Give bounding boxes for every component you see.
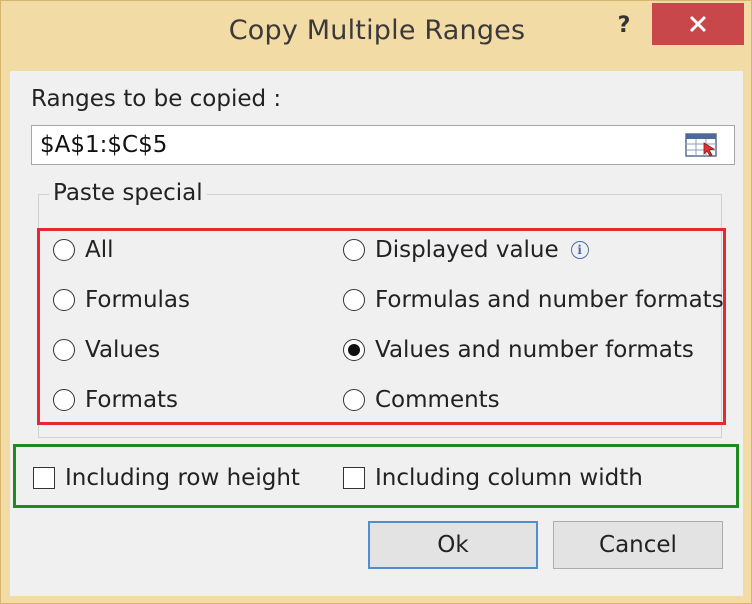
option-values-label: Values [85, 337, 161, 363]
radio-formulas-number-formats[interactable] [343, 289, 365, 311]
radio-values-number-formats[interactable] [343, 339, 365, 361]
option-formats-label: Formats [85, 387, 179, 413]
option-formulas-number-formats-label: Formulas and number formats [375, 287, 724, 313]
ranges-label: Ranges to be copied : [31, 86, 282, 112]
radio-all[interactable] [53, 239, 75, 261]
including-row-height-label: Including row height [65, 465, 300, 491]
option-comments[interactable]: Comments [343, 383, 500, 417]
checkbox-column-width[interactable] [343, 467, 365, 489]
cancel-button[interactable]: Cancel [553, 521, 723, 569]
radio-displayed-value[interactable] [343, 239, 365, 261]
paste-special-label: Paste special [49, 180, 207, 206]
close-icon [689, 15, 707, 33]
radio-values[interactable] [53, 339, 75, 361]
option-displayed-value-label: Displayed value [375, 237, 559, 263]
option-all[interactable]: All [53, 233, 114, 267]
option-values[interactable]: Values [53, 333, 160, 367]
option-displayed-value[interactable]: Displayed value i [343, 233, 589, 267]
option-formats[interactable]: Formats [53, 383, 178, 417]
option-formulas-label: Formulas [85, 287, 190, 313]
option-all-label: All [85, 237, 114, 263]
option-formulas[interactable]: Formulas [53, 283, 190, 317]
option-comments-label: Comments [375, 387, 500, 413]
including-column-width[interactable]: Including column width [343, 461, 643, 495]
dialog-window: Copy Multiple Ranges ? Ranges to be copi… [0, 0, 752, 604]
radio-formats[interactable] [53, 389, 75, 411]
including-column-width-label: Including column width [375, 465, 643, 491]
title-bar[interactable]: Copy Multiple Ranges ? [1, 1, 752, 71]
including-row-height[interactable]: Including row height [33, 461, 300, 495]
info-icon[interactable]: i [570, 241, 589, 259]
radio-comments[interactable] [343, 389, 365, 411]
ranges-input[interactable] [31, 125, 735, 165]
close-button[interactable] [652, 3, 744, 45]
help-button[interactable]: ? [607, 9, 641, 43]
option-values-number-formats[interactable]: Values and number formats [343, 333, 694, 367]
checkbox-row-height[interactable] [33, 467, 55, 489]
ok-button[interactable]: Ok [368, 521, 538, 569]
radio-formulas[interactable] [53, 289, 75, 311]
option-formulas-number-formats[interactable]: Formulas and number formats [343, 283, 724, 317]
dialog-body: Ranges to be copied : Paste special All … [10, 71, 743, 596]
option-values-number-formats-label: Values and number formats [375, 337, 694, 363]
radio-selected-dot [348, 344, 360, 356]
range-picker-button[interactable] [683, 130, 721, 160]
range-picker-icon [685, 133, 717, 157]
